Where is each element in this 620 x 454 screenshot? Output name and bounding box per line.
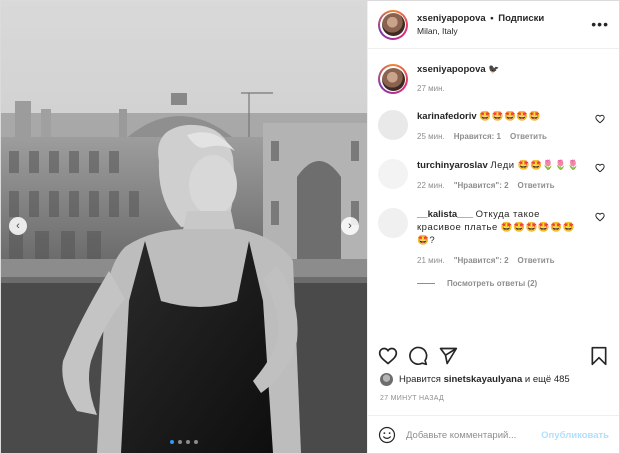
comment-item: __kalista___ Откуда такое красивое плать…	[378, 208, 609, 267]
commenter-username[interactable]: turchinyaroslav	[417, 160, 488, 171]
view-replies-label: Посмотреть ответы (2)	[447, 279, 538, 288]
comment-likes[interactable]: "Нравится": 2	[454, 256, 509, 265]
comment-time[interactable]: 22 мин.	[417, 181, 445, 190]
liker-avatar[interactable]	[380, 373, 393, 386]
reply-button[interactable]: Ответить	[518, 181, 555, 190]
caption-avatar[interactable]	[378, 64, 408, 94]
replies-divider-line	[417, 283, 435, 284]
author-avatar[interactable]	[378, 9, 408, 40]
reply-button[interactable]: Ответить	[510, 132, 547, 141]
reply-button[interactable]: Ответить	[518, 256, 555, 265]
commenter-username[interactable]: karinafedoriv	[417, 111, 477, 122]
emoji-icon[interactable]	[378, 426, 396, 444]
comment-item: karinafedoriv 🤩🤩🤩🤩🤩 25 мин. Нравится: 1 Отв…	[378, 110, 609, 143]
comment-input[interactable]	[406, 429, 536, 441]
comment-time[interactable]: 21 мин.	[417, 256, 445, 265]
photo-image	[1, 1, 367, 453]
instagram-post: ‹ › xseniyapopova • Подписки Milan, Ital…	[0, 0, 620, 454]
comment-like-icon[interactable]	[595, 114, 605, 124]
separator-dot: •	[490, 12, 494, 24]
likes-summary: Нравится sinetskayaulyana и ещё 485	[380, 373, 570, 386]
comment-text: 🤩🤩🤩🤩🤩	[479, 111, 541, 122]
comment-icon[interactable]	[408, 346, 428, 366]
chevron-left-icon: ‹	[16, 219, 20, 232]
carousel-prev-button[interactable]: ‹	[9, 217, 27, 235]
chevron-right-icon: ›	[348, 219, 352, 232]
post-caption: xseniyapopova 🐦‍⬛ 27 мин.	[378, 49, 609, 94]
comment-likes[interactable]: "Нравится": 2	[454, 181, 509, 190]
bookmark-icon[interactable]	[589, 346, 609, 366]
comment-like-icon[interactable]	[595, 212, 605, 222]
comment-text: Леди 🤩🤩🌷🌷🌷	[490, 160, 580, 171]
comment-likes[interactable]: Нравится: 1	[454, 132, 501, 141]
post-location[interactable]: Milan, Italy	[417, 25, 544, 38]
follow-status-button[interactable]: Подписки	[498, 13, 544, 24]
carousel-dot	[194, 440, 198, 444]
carousel-next-button[interactable]: ›	[341, 217, 359, 235]
carousel-dot	[170, 440, 174, 444]
heart-icon[interactable]	[378, 346, 398, 366]
comment-item: turchinyaroslav Леди 🤩🤩🌷🌷🌷 22 мин. "Нравит…	[378, 159, 609, 192]
commenter-avatar[interactable]	[378, 208, 408, 238]
comments-list[interactable]: xseniyapopova 🐦‍⬛ 27 мин. karinafedoriv …	[368, 49, 619, 341]
likes-prefix: Нравится	[399, 374, 441, 385]
comment-time[interactable]: 25 мин.	[417, 132, 445, 141]
comment-like-icon[interactable]	[595, 163, 605, 173]
caption-time[interactable]: 27 мин.	[417, 84, 500, 93]
carousel-indicator	[1, 440, 367, 444]
more-horizontal-icon[interactable]: •••	[591, 16, 609, 32]
post-actions	[378, 343, 609, 369]
commenter-avatar[interactable]	[378, 110, 408, 140]
view-replies-button[interactable]: Посмотреть ответы (2)	[417, 279, 609, 288]
post-timestamp[interactable]: 27 МИНУТ НАЗАД	[380, 395, 444, 402]
commenter-username[interactable]: __kalista___	[417, 209, 473, 220]
caption-text: 🐦‍⬛	[488, 64, 500, 74]
carousel-dot	[186, 440, 190, 444]
post-header: xseniyapopova • Подписки Milan, Italy ••…	[368, 1, 619, 49]
share-icon[interactable]	[438, 346, 458, 366]
publish-button[interactable]: Опубликовать	[541, 430, 609, 441]
commenter-avatar[interactable]	[378, 159, 408, 189]
post-photo[interactable]: ‹ ›	[1, 1, 367, 453]
carousel-dot	[178, 440, 182, 444]
caption-username[interactable]: xseniyapopova	[417, 64, 486, 75]
post-side-panel: xseniyapopova • Подписки Milan, Italy ••…	[367, 1, 619, 453]
liker-username[interactable]: sinetskayaulyana	[444, 374, 523, 385]
author-username[interactable]: xseniyapopova	[417, 13, 486, 24]
likes-others-link[interactable]: и ещё 485	[525, 374, 570, 385]
add-comment-bar: Опубликовать	[368, 415, 619, 454]
